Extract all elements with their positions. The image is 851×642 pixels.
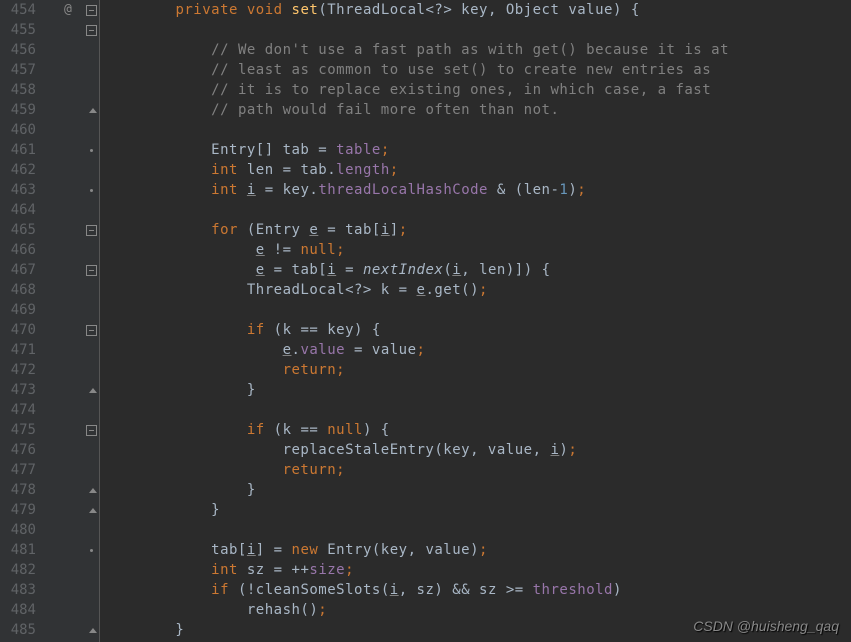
code-area[interactable]: private void set(ThreadLocal<?> key, Obj… xyxy=(100,0,851,642)
line-number: 462 xyxy=(0,160,36,180)
line-number: 466 xyxy=(0,240,36,260)
bookmark-icon[interactable]: @ xyxy=(64,2,72,17)
code-line[interactable]: // We don't use a fast path as with get(… xyxy=(104,40,851,60)
watermark: CSDN @huisheng_qaq xyxy=(693,618,839,634)
line-number: 454 xyxy=(0,0,36,20)
code-line[interactable]: // it is to replace existing ones, in wh… xyxy=(104,80,851,100)
fold-collapse-icon[interactable] xyxy=(86,5,97,16)
line-number: 480 xyxy=(0,520,36,540)
line-number: 479 xyxy=(0,500,36,520)
code-line[interactable]: e != null; xyxy=(104,240,851,260)
code-line[interactable] xyxy=(104,120,851,140)
line-number: 467 xyxy=(0,260,36,280)
code-line[interactable]: return; xyxy=(104,360,851,380)
code-line[interactable]: return; xyxy=(104,460,851,480)
line-number: 461 xyxy=(0,140,36,160)
code-line[interactable] xyxy=(104,520,851,540)
fold-end-icon[interactable] xyxy=(89,388,97,393)
line-number: 481 xyxy=(0,540,36,560)
code-line[interactable]: e = tab[i = nextIndex(i, len)]) { xyxy=(104,260,851,280)
fold-end-icon[interactable] xyxy=(89,628,97,633)
code-line[interactable]: private void set(ThreadLocal<?> key, Obj… xyxy=(104,0,851,20)
line-number: 474 xyxy=(0,400,36,420)
code-line[interactable]: int i = key.threadLocalHashCode & (len-1… xyxy=(104,180,851,200)
code-line[interactable]: Entry[] tab = table; xyxy=(104,140,851,160)
fold-marker-icon[interactable] xyxy=(90,549,93,552)
code-line[interactable] xyxy=(104,300,851,320)
fold-collapse-icon[interactable] xyxy=(86,225,97,236)
line-number: 484 xyxy=(0,600,36,620)
code-line[interactable]: int len = tab.length; xyxy=(104,160,851,180)
code-line[interactable] xyxy=(104,20,851,40)
line-number: 476 xyxy=(0,440,36,460)
code-line[interactable]: } xyxy=(104,500,851,520)
code-line[interactable] xyxy=(104,400,851,420)
fold-marker-icon[interactable] xyxy=(90,189,93,192)
code-line[interactable]: int sz = ++size; xyxy=(104,560,851,580)
fold-collapse-icon[interactable] xyxy=(86,325,97,336)
line-number: 471 xyxy=(0,340,36,360)
code-line[interactable]: // path would fail more often than not. xyxy=(104,100,851,120)
line-number: 473 xyxy=(0,380,36,400)
fold-end-icon[interactable] xyxy=(89,108,97,113)
code-line[interactable]: // least as common to use set() to creat… xyxy=(104,60,851,80)
fold-gutter: @ xyxy=(42,0,100,642)
line-number: 470 xyxy=(0,320,36,340)
line-number: 475 xyxy=(0,420,36,440)
code-line[interactable]: if (k == key) { xyxy=(104,320,851,340)
fold-collapse-icon[interactable] xyxy=(86,265,97,276)
line-number: 463 xyxy=(0,180,36,200)
code-line[interactable]: if (k == null) { xyxy=(104,420,851,440)
code-editor: 4544554564574584594604614624634644654664… xyxy=(0,0,851,642)
line-number: 460 xyxy=(0,120,36,140)
code-line[interactable]: e.value = value; xyxy=(104,340,851,360)
code-line[interactable]: rehash(); xyxy=(104,600,851,620)
code-line[interactable]: } xyxy=(104,380,851,400)
line-number: 478 xyxy=(0,480,36,500)
line-number: 468 xyxy=(0,280,36,300)
line-number: 472 xyxy=(0,360,36,380)
line-number: 465 xyxy=(0,220,36,240)
code-line[interactable]: replaceStaleEntry(key, value, i); xyxy=(104,440,851,460)
fold-end-icon[interactable] xyxy=(89,488,97,493)
fold-end-icon[interactable] xyxy=(89,508,97,513)
line-number: 485 xyxy=(0,620,36,640)
line-number: 456 xyxy=(0,40,36,60)
code-line[interactable]: ThreadLocal<?> k = e.get(); xyxy=(104,280,851,300)
line-number-gutter: 4544554564574584594604614624634644654664… xyxy=(0,0,42,642)
line-number: 457 xyxy=(0,60,36,80)
fold-collapse-icon[interactable] xyxy=(86,425,97,436)
line-number: 483 xyxy=(0,580,36,600)
code-line[interactable] xyxy=(104,200,851,220)
line-number: 477 xyxy=(0,460,36,480)
code-line[interactable]: for (Entry e = tab[i]; xyxy=(104,220,851,240)
line-number: 464 xyxy=(0,200,36,220)
fold-marker-icon[interactable] xyxy=(90,149,93,152)
line-number: 469 xyxy=(0,300,36,320)
line-number: 459 xyxy=(0,100,36,120)
line-number: 482 xyxy=(0,560,36,580)
line-number: 455 xyxy=(0,20,36,40)
line-number: 458 xyxy=(0,80,36,100)
fold-collapse-icon[interactable] xyxy=(86,25,97,36)
code-line[interactable]: tab[i] = new Entry(key, value); xyxy=(104,540,851,560)
code-line[interactable]: } xyxy=(104,480,851,500)
code-line[interactable]: if (!cleanSomeSlots(i, sz) && sz >= thre… xyxy=(104,580,851,600)
